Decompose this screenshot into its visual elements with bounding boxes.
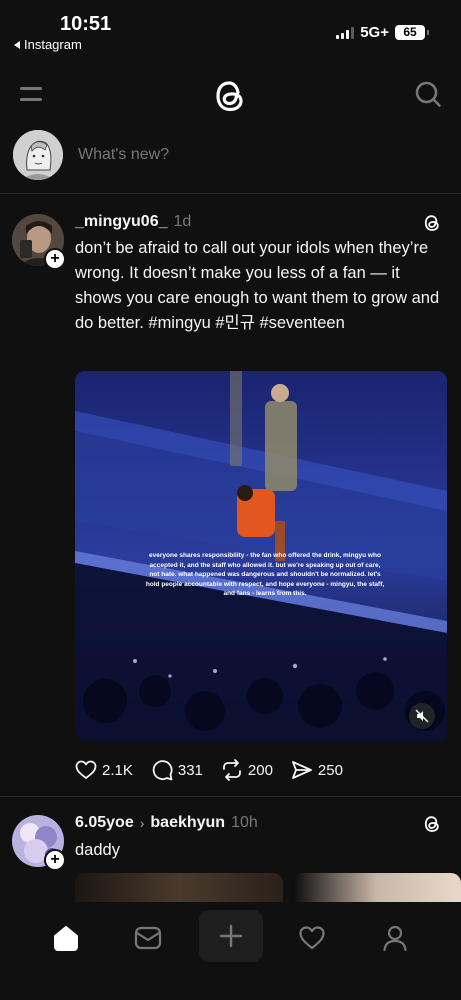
post-username[interactable]: 6.05yoe [75,814,134,832]
mute-button[interactable] [409,703,435,729]
back-to-app-link[interactable]: Instagram [14,37,82,52]
status-time: 10:51 [60,13,112,35]
post-actions: 2.1K 331 200 250 [75,758,361,782]
bottom-tab-bar [0,902,461,1000]
speaker-muted-icon [415,709,429,723]
tab-profile[interactable] [371,916,419,960]
composer: What's new? [0,126,461,194]
signal-icon [336,26,355,39]
inbox-icon [134,926,162,950]
post-username[interactable]: _mingyu06_ 1d [75,213,191,231]
create-post-button[interactable] [199,910,263,962]
reposted-to-username[interactable]: baekhyun [150,814,225,832]
search-icon[interactable] [414,80,442,108]
tab-activity[interactable] [288,916,336,960]
plus-icon [219,924,243,948]
repost-count: 200 [247,761,273,779]
heart-icon [75,760,97,779]
profile-icon [383,925,407,952]
repost-button[interactable]: 200 [221,759,273,781]
battery-icon: 65 [395,25,429,40]
home-icon [54,926,78,951]
username-label: _mingyu06_ [75,213,168,230]
network-type: 5G+ [360,24,389,41]
post-time: 10h [231,814,258,831]
threads-logo-icon[interactable] [422,213,442,233]
follow-plus-button[interactable]: + [44,248,66,270]
back-arrow-icon [14,40,20,49]
follow-plus-button[interactable]: + [44,849,66,871]
status-indicators: 5G+ 65 [336,24,429,41]
share-button[interactable]: 250 [291,759,343,781]
post-time: 1d [173,213,192,230]
chevron-right-icon: › [139,815,145,831]
threads-feed-screen: 10:51 Instagram 5G+ 65 What's new? + _mi… [0,0,461,1000]
threads-logo-icon[interactable] [422,814,442,834]
share-count: 250 [317,761,343,779]
send-icon [292,761,312,779]
reply-count: 331 [177,761,203,779]
my-avatar[interactable] [13,130,63,180]
video-caption: everyone shares responsibility - the fan… [145,552,385,597]
post-video[interactable]: everyone shares responsibility - the fan… [75,371,447,741]
repost-icon [222,759,241,781]
back-app-label: Instagram [24,37,82,52]
post-text: daddy [75,841,120,859]
post-username-row: 6.05yoe › baekhyun 10h [75,814,258,832]
menu-icon[interactable] [20,84,44,104]
tab-home[interactable] [42,916,90,960]
whats-new-input[interactable]: What's new? [78,146,169,164]
threads-logo-icon[interactable] [211,77,249,115]
tab-inbox[interactable] [124,916,172,960]
heart-icon [299,926,325,950]
like-button[interactable]: 2.1K [75,760,133,780]
post-divider [0,796,461,797]
like-count: 2.1K [102,761,133,779]
comment-icon [152,760,173,781]
post-text: don’t be afraid to call out your idols w… [75,239,440,332]
reply-button[interactable]: 331 [151,759,203,781]
status-bar: 10:51 Instagram 5G+ 65 [0,0,461,58]
